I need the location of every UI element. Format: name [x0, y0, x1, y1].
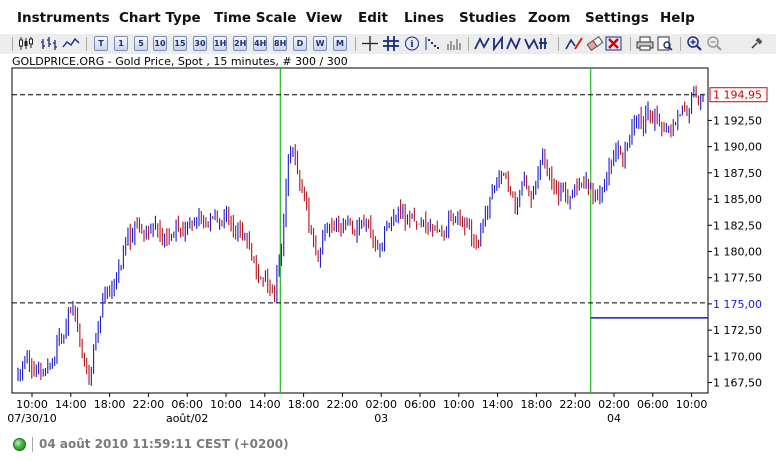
status-timestamp: 04 août 2010 11:59:11 CEST (+0200)	[39, 437, 289, 451]
y-tick-label: 1 177,50	[713, 272, 762, 285]
y-tick-label: 1 187,50	[713, 167, 762, 180]
current-price-label: 1 194,95	[713, 89, 762, 102]
x-tick-label: 10:00	[676, 398, 708, 411]
x-tick-label: 14:00	[55, 398, 87, 411]
y-tick-label: 1 180,00	[713, 245, 762, 258]
x-tick-label: 10:00	[210, 398, 242, 411]
x-date-label: 04	[607, 412, 621, 425]
x-tick-label: 22:00	[327, 398, 359, 411]
x-tick-label: 14:00	[249, 398, 281, 411]
x-date-label: août/02	[166, 412, 208, 425]
x-tick-label: 06:00	[171, 398, 203, 411]
x-tick-label: 22:00	[133, 398, 165, 411]
x-tick-label: 18:00	[94, 398, 126, 411]
x-tick-label: 22:00	[559, 398, 591, 411]
y-tick-label: 1 192,50	[713, 114, 762, 127]
x-tick-label: 10:00	[443, 398, 475, 411]
reference-price-label: 1 175,00	[713, 298, 762, 311]
x-date-label: 07/30/10	[7, 412, 56, 425]
y-tick-label: 1 170,00	[713, 350, 762, 363]
x-tick-label: 02:00	[365, 398, 397, 411]
x-date-label: 03	[374, 412, 388, 425]
y-tick-label: 1 172,50	[713, 324, 762, 337]
y-tick-label: 1 185,00	[713, 193, 762, 206]
y-tick-label: 1 167,50	[713, 377, 762, 390]
x-tick-label: 02:00	[598, 398, 630, 411]
x-tick-label: 06:00	[637, 398, 669, 411]
plot-area	[11, 67, 709, 394]
y-tick-label: 1 190,00	[713, 141, 762, 154]
x-tick-label: 18:00	[288, 398, 320, 411]
x-tick-label: 18:00	[521, 398, 553, 411]
x-tick-label: 06:00	[404, 398, 436, 411]
x-tick-label: 14:00	[482, 398, 514, 411]
connection-status-icon	[13, 438, 26, 451]
status-separator	[32, 437, 33, 452]
x-tick-label: 10:00	[16, 398, 48, 411]
price-chart[interactable]: 1 167,50 1 170,00 1 172,50 1 175,00 1 177,50…	[0, 0, 776, 461]
y-tick-label: 1 182,50	[713, 219, 762, 232]
